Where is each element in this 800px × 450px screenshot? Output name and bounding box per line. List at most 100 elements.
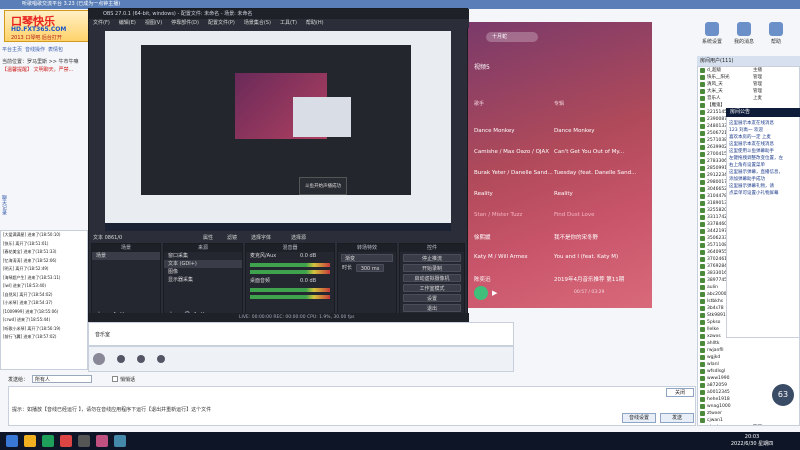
browser-icon[interactable] (42, 435, 54, 447)
mixer-meter[interactable] (250, 288, 330, 292)
transition-select[interactable]: 渐变 (341, 254, 393, 262)
obs-menu-item[interactable]: 视图(V) (145, 20, 162, 26)
user-row[interactable]: wfsdlsgl (698, 368, 799, 375)
mixer-meter[interactable] (250, 295, 330, 299)
audio-settings-button[interactable]: 音线设置 (622, 413, 656, 423)
sources-header: 来源 (164, 244, 242, 252)
user-row[interactable]: 快乐__阳光 管理 (698, 74, 799, 81)
scene-item[interactable]: 场景 (92, 252, 160, 260)
host-nav: 平台主页 音线操作 表情包 (2, 44, 86, 54)
user-row[interactable]: 大米_天 管理 (698, 88, 799, 95)
user-row[interactable]: ztwxer (698, 410, 799, 417)
music-row[interactable]: Katy M / Will Armex You and I (feat. Katy… (474, 254, 646, 260)
control-button[interactable]: 启动虚拟摄像机 (403, 274, 461, 282)
user-icon (700, 208, 705, 213)
speaker-icon[interactable] (137, 355, 145, 363)
music-song: Tuesday (feat. Danelle Sand... (554, 170, 637, 176)
obs-preview[interactable]: 斗鱼开始声播成功 (105, 31, 451, 231)
col-artist[interactable]: 歌手 (474, 100, 554, 107)
mixer-dock: 混音器 麦克风/Aux 0.0 dB 桌面音频 0.0 dB (245, 243, 335, 321)
start-icon[interactable] (6, 435, 18, 447)
chat-log: [大爱满满星] 进来了(18:50:10) [快乐] 离开了(18:51:01) [… (0, 230, 88, 370)
source-item[interactable]: 显示器采集 (164, 276, 242, 284)
user-icon (700, 222, 705, 227)
close-button[interactable]: 关闭 (666, 388, 694, 397)
obs-menu-item[interactable]: 配置文件(P) (208, 20, 235, 26)
toolbar-filters[interactable]: 滤镜 (227, 234, 237, 241)
avatar[interactable] (93, 353, 105, 365)
tool-system-settings[interactable]: 系统设置 (696, 19, 728, 45)
control-button[interactable]: 开始录制 (403, 264, 461, 272)
user-row[interactable]: wgjkd (698, 354, 799, 361)
toolbar-properties[interactable]: 属性 (203, 234, 213, 241)
control-button[interactable]: 停止推流 (403, 254, 461, 262)
user-row[interactable]: www1990 (698, 375, 799, 382)
mixer-meter[interactable] (250, 263, 330, 267)
user-icon (700, 257, 705, 262)
source-item[interactable]: 文本 (GDI+) (164, 260, 242, 268)
mic-icon[interactable] (117, 355, 125, 363)
user-role (753, 347, 773, 354)
taskbar-clock[interactable]: 20:03 2022/6/30 星期四 (730, 434, 774, 448)
online-count-badge[interactable]: 63 (772, 384, 794, 406)
user-row[interactable]: rwjanfll (698, 347, 799, 354)
control-button[interactable]: 工作室模式 (403, 284, 461, 292)
obs-menu-item[interactable]: 场景集合(S) (244, 20, 271, 26)
user-row[interactable]: 音乐人 上麦 (698, 95, 799, 102)
obs-menu-item[interactable]: 工具(T) (280, 20, 297, 26)
user-row[interactable]: pingke管理 (698, 424, 799, 425)
toolbar-select-source[interactable]: 选择源 (291, 234, 306, 241)
chat-taskbar-icon[interactable] (114, 435, 126, 447)
control-button[interactable]: 退出 (403, 304, 461, 312)
private-checkbox[interactable] (112, 376, 119, 382)
explorer-icon[interactable] (24, 435, 36, 447)
user-role (753, 396, 773, 403)
user-icon (700, 68, 705, 73)
music-row[interactable]: Stan / Mister Tuzz Find Dust Love (474, 212, 646, 218)
next-track-icon[interactable]: ▶ (492, 289, 500, 297)
tool-messages[interactable]: 我的消息 (728, 19, 760, 45)
music-row[interactable]: 徐熙媛 我不是你的宋冬野 (474, 233, 646, 241)
mixer-meter[interactable] (250, 270, 330, 274)
obs-taskbar-icon[interactable] (78, 435, 90, 447)
user-row[interactable]: ahlltk (698, 340, 799, 347)
music-row[interactable]: Reality Reality (474, 191, 646, 197)
send-to-select[interactable]: 所有人 (32, 375, 93, 383)
user-icon (700, 271, 705, 276)
music-row[interactable]: Burak Yeter / Danelle Sand... Tuesday (fe… (474, 170, 646, 176)
transition-duration: 时长 300 ms (338, 264, 396, 272)
user-role: 管理 (753, 89, 762, 94)
pause-icon[interactable] (474, 286, 488, 300)
control-button[interactable]: 设置 (403, 294, 461, 302)
user-row[interactable]: 清风_天 管理 (698, 81, 799, 88)
source-item[interactable]: 图像 (164, 268, 242, 276)
user-row[interactable]: wlanl (698, 361, 799, 368)
userlist-header[interactable]: 房间用户(111) (697, 56, 800, 66)
user-role (753, 368, 773, 375)
tool-help[interactable]: 帮助 (760, 19, 792, 45)
obs-menu-item[interactable]: 文件(F) (93, 20, 110, 26)
music-song: Reality (554, 191, 573, 197)
nav-emoji[interactable]: 表情包 (48, 46, 63, 53)
notice-line: 这里展示本友在线消息 (729, 121, 774, 126)
user-row[interactable]: cjwan1 (698, 417, 799, 424)
settings-icon[interactable] (157, 355, 165, 363)
obs-menu-item[interactable]: 停靠部件(D) (171, 20, 199, 26)
app-icon[interactable] (60, 435, 72, 447)
source-item[interactable]: 窗口采集 (164, 252, 242, 260)
user-row[interactable]: d_超级 主播 (698, 67, 799, 74)
toolbar-select-font[interactable]: 选择字体 (251, 234, 271, 241)
music-search-input[interactable]: 十月蛇 (486, 32, 538, 42)
obs-menu-item[interactable]: 帮助(H) (306, 20, 324, 26)
music-row[interactable]: Dance Monkey Dance Monkey (474, 128, 646, 134)
col-song[interactable]: 专辑 (554, 100, 564, 107)
duration-input[interactable]: 300 ms (356, 264, 384, 272)
send-button[interactable]: 发送 (660, 413, 694, 423)
user-name: 音乐人 (707, 96, 721, 101)
nav-home[interactable]: 平台主页 (2, 46, 22, 53)
send-bar: 发送给： 所有人 悄悄话 (8, 374, 298, 384)
music-row[interactable]: Camishe / Max Oazo / OJAX Can't Get You O… (474, 149, 646, 155)
obs-menu-item[interactable]: 编辑(E) (119, 20, 136, 26)
music-taskbar-icon[interactable] (96, 435, 108, 447)
nav-audio[interactable]: 音线操作 (25, 46, 45, 53)
